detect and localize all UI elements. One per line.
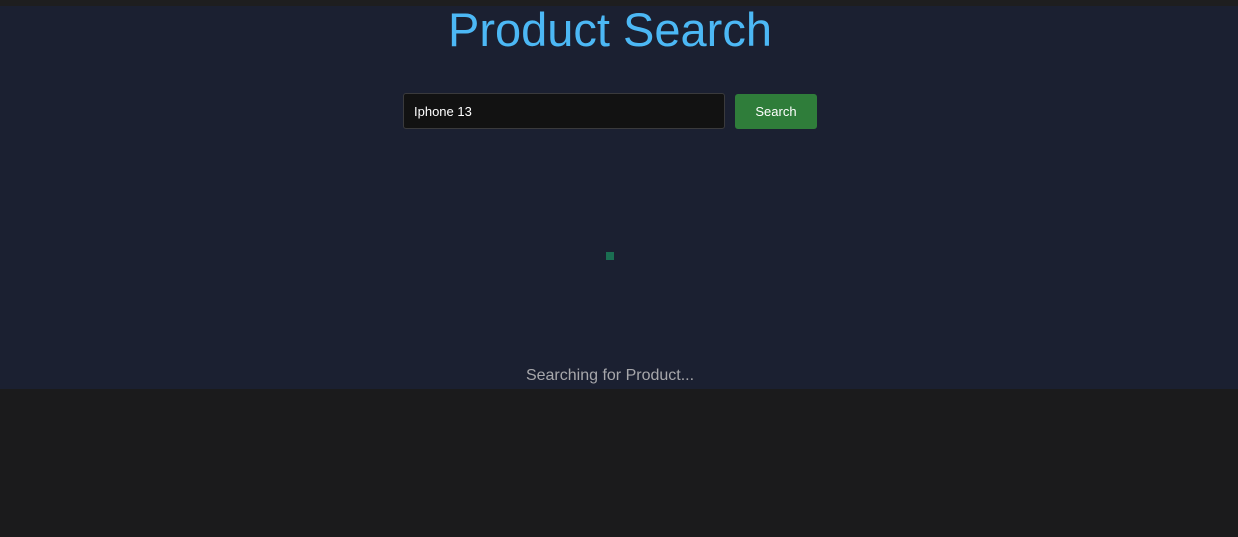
search-button[interactable]: Search [735, 94, 817, 129]
search-panel: Product Search Search Searching for Prod… [0, 6, 1238, 389]
status-message: Searching for Product... [525, 367, 695, 384]
search-input[interactable] [403, 93, 725, 129]
page-title: Product Search [448, 3, 772, 56]
loading-spinner-icon [606, 252, 614, 260]
